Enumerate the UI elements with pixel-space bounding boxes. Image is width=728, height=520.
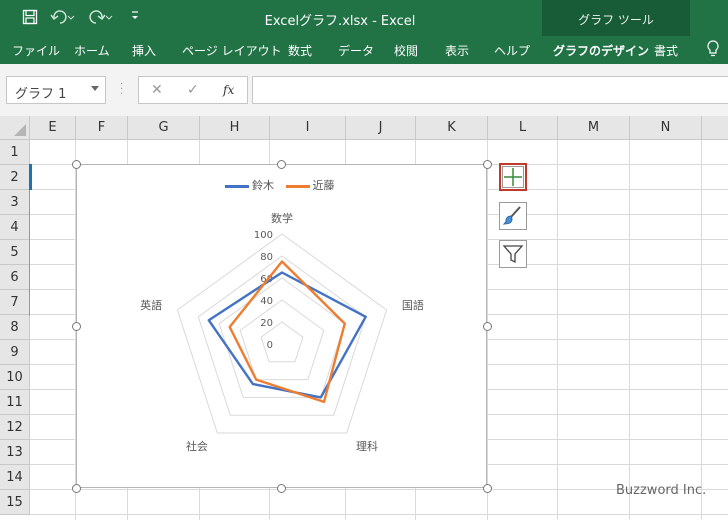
row-header-8[interactable]: 8 bbox=[0, 315, 30, 340]
column-header-more bbox=[702, 116, 728, 140]
tab-10[interactable]: 書式 bbox=[654, 42, 678, 59]
name-box-value: グラフ 1 bbox=[15, 87, 67, 102]
radar-category-label: 社会 bbox=[186, 439, 208, 453]
column-header-n[interactable]: N bbox=[630, 116, 702, 140]
radar-tick-label: 20 bbox=[260, 318, 273, 329]
watermark: Buzzword Inc. bbox=[616, 483, 707, 498]
funnel-icon bbox=[502, 245, 524, 264]
lightbulb-icon[interactable] bbox=[706, 40, 720, 61]
tab-7[interactable]: 表示 bbox=[445, 42, 469, 59]
tab-4[interactable]: 数式 bbox=[288, 42, 312, 59]
resize-handle[interactable] bbox=[277, 159, 286, 169]
chevron-down-icon[interactable] bbox=[91, 86, 99, 91]
resize-handle[interactable] bbox=[71, 321, 81, 331]
grid-column-line bbox=[701, 140, 702, 520]
enter-icon[interactable]: ✓ bbox=[187, 82, 199, 98]
column-header-g[interactable]: G bbox=[128, 116, 200, 140]
tab-0[interactable]: ファイル bbox=[12, 42, 60, 59]
formula-bar-area: グラフ 1 · · · ✕ ✓ fx bbox=[0, 64, 728, 116]
resize-handle[interactable] bbox=[482, 321, 492, 331]
radar-gridline bbox=[239, 299, 325, 381]
formula-buttons: ✕ ✓ fx bbox=[138, 76, 248, 104]
row-header-3[interactable]: 3 bbox=[0, 190, 30, 215]
radar-category-label: 理科 bbox=[356, 439, 378, 453]
column-header-f[interactable]: F bbox=[76, 116, 128, 140]
row-header-1[interactable]: 1 bbox=[0, 140, 30, 165]
row-header-2[interactable]: 2 bbox=[0, 165, 30, 190]
row-header-6[interactable]: 6 bbox=[0, 265, 30, 290]
select-all-button[interactable] bbox=[0, 116, 30, 140]
grid-row-line bbox=[30, 514, 728, 515]
tab-3[interactable]: ページ レイアウト bbox=[182, 42, 282, 59]
plus-icon bbox=[504, 168, 522, 186]
chart-area[interactable]: 鈴木 近藤 0 20 40 60 80 100 数学 国語 理科 社会 英語 bbox=[76, 164, 487, 488]
tab-9[interactable]: グラフのデザイン bbox=[553, 42, 649, 59]
radar-chart-svg: 020406080100数学国語理科社会英語 bbox=[140, 211, 424, 453]
column-header-j[interactable]: J bbox=[346, 116, 416, 140]
chart-styles-button[interactable] bbox=[499, 202, 527, 230]
grid-column-line bbox=[629, 140, 630, 520]
insert-function-icon[interactable]: fx bbox=[223, 83, 234, 97]
resize-handle[interactable] bbox=[277, 483, 286, 493]
formula-input[interactable] bbox=[252, 76, 728, 104]
column-header-e[interactable]: E bbox=[30, 116, 76, 140]
column-header-m[interactable]: M bbox=[558, 116, 630, 140]
row-selection-marker bbox=[29, 164, 32, 190]
more-options-icon[interactable]: · · · bbox=[120, 80, 123, 100]
resize-handle[interactable] bbox=[482, 483, 492, 493]
radar-category-label: 国語 bbox=[402, 298, 424, 312]
row-header-14[interactable]: 14 bbox=[0, 465, 30, 490]
cancel-icon[interactable]: ✕ bbox=[151, 82, 163, 98]
row-header-9[interactable]: 9 bbox=[0, 340, 30, 365]
brush-icon bbox=[502, 206, 521, 225]
row-selection-marker bbox=[29, 190, 30, 316]
tab-6[interactable]: 校閲 bbox=[394, 42, 418, 59]
row-header-13[interactable]: 13 bbox=[0, 440, 30, 465]
row-header-7[interactable]: 7 bbox=[0, 290, 30, 315]
title-bar: Excelグラフ.xlsx - Excel グラフ ツール bbox=[0, 0, 728, 64]
resize-handle[interactable] bbox=[71, 159, 81, 169]
grid-column-line bbox=[557, 140, 558, 520]
chart-elements-button[interactable] bbox=[499, 163, 527, 191]
radar-tick-label: 100 bbox=[254, 230, 273, 241]
contextual-tool-label: グラフ ツール bbox=[578, 13, 654, 27]
row-header-5[interactable]: 5 bbox=[0, 240, 30, 265]
tab-5[interactable]: データ bbox=[338, 42, 374, 59]
column-header-l[interactable]: L bbox=[488, 116, 558, 140]
row-header-15[interactable]: 15 bbox=[0, 490, 30, 515]
row-header-11[interactable]: 11 bbox=[0, 390, 30, 415]
radar-category-label: 数学 bbox=[271, 211, 293, 225]
radar-series-line bbox=[228, 260, 346, 404]
row-header-12[interactable]: 12 bbox=[0, 415, 30, 440]
row-header-10[interactable]: 10 bbox=[0, 365, 30, 390]
radar-tick-label: 40 bbox=[260, 296, 273, 307]
name-box[interactable]: グラフ 1 bbox=[6, 76, 106, 104]
tab-2[interactable]: 挿入 bbox=[132, 42, 156, 59]
tab-8[interactable]: ヘルプ bbox=[494, 42, 530, 59]
radar-tick-label: 0 bbox=[267, 340, 273, 351]
resize-handle[interactable] bbox=[482, 159, 492, 169]
column-header-k[interactable]: K bbox=[416, 116, 488, 140]
resize-handle[interactable] bbox=[71, 483, 81, 493]
tab-1[interactable]: ホーム bbox=[74, 42, 110, 59]
column-header-h[interactable]: H bbox=[200, 116, 270, 140]
radar-tick-label: 80 bbox=[260, 252, 273, 263]
chart-filters-button[interactable] bbox=[499, 240, 527, 268]
column-header-i[interactable]: I bbox=[270, 116, 346, 140]
row-header-4[interactable]: 4 bbox=[0, 215, 30, 240]
radar-category-label: 英語 bbox=[140, 298, 162, 312]
ribbon-tabs: ファイル ホーム 挿入 ページ レイアウト 数式 データ 校閲 表示 ヘルプ グラフのデザイン 書式 bbox=[0, 36, 728, 64]
